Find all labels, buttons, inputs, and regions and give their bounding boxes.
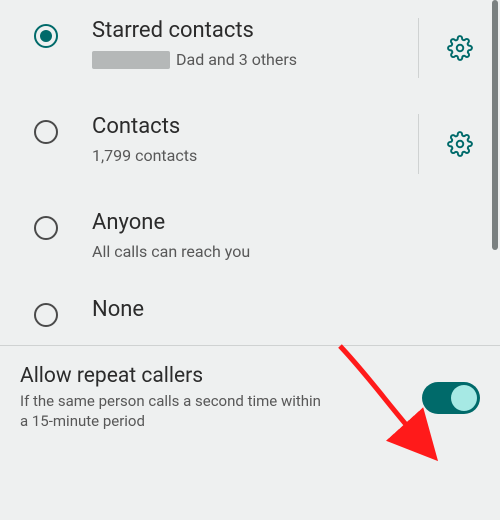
option-none[interactable]: None	[0, 279, 500, 345]
scrollbar[interactable]	[492, 0, 498, 250]
option-starred[interactable]: Starred contacts Dad and 3 others	[0, 0, 500, 96]
repeat-sub: If the same person calls a second time w…	[20, 392, 330, 431]
radio-starred[interactable]	[34, 24, 58, 48]
vertical-divider	[418, 114, 419, 174]
vertical-divider	[418, 18, 419, 78]
option-label: None	[92, 297, 380, 323]
gear-icon[interactable]	[447, 131, 473, 157]
repeat-callers-toggle[interactable]	[422, 382, 480, 414]
dnd-calls-settings: Starred contacts Dad and 3 others Contac…	[0, 0, 500, 520]
option-label: Contacts	[92, 114, 380, 140]
option-label: Anyone	[92, 210, 380, 236]
repeat-title: Allow repeat callers	[20, 364, 410, 388]
option-label: Starred contacts	[92, 18, 380, 44]
option-sub: All calls can reach you	[92, 242, 380, 261]
option-anyone[interactable]: Anyone All calls can reach you	[0, 192, 500, 279]
radio-none[interactable]	[34, 303, 58, 327]
radio-anyone[interactable]	[34, 216, 58, 240]
allow-repeat-callers-row[interactable]: Allow repeat callers If the same person …	[0, 346, 500, 449]
option-sub: 1,799 contacts	[92, 146, 380, 165]
option-sub: Dad and 3 others	[176, 50, 297, 69]
toggle-knob	[451, 385, 477, 411]
gear-icon[interactable]	[447, 35, 473, 61]
option-contacts[interactable]: Contacts 1,799 contacts	[0, 96, 500, 192]
radio-contacts[interactable]	[34, 120, 58, 144]
redacted-name	[92, 51, 170, 69]
